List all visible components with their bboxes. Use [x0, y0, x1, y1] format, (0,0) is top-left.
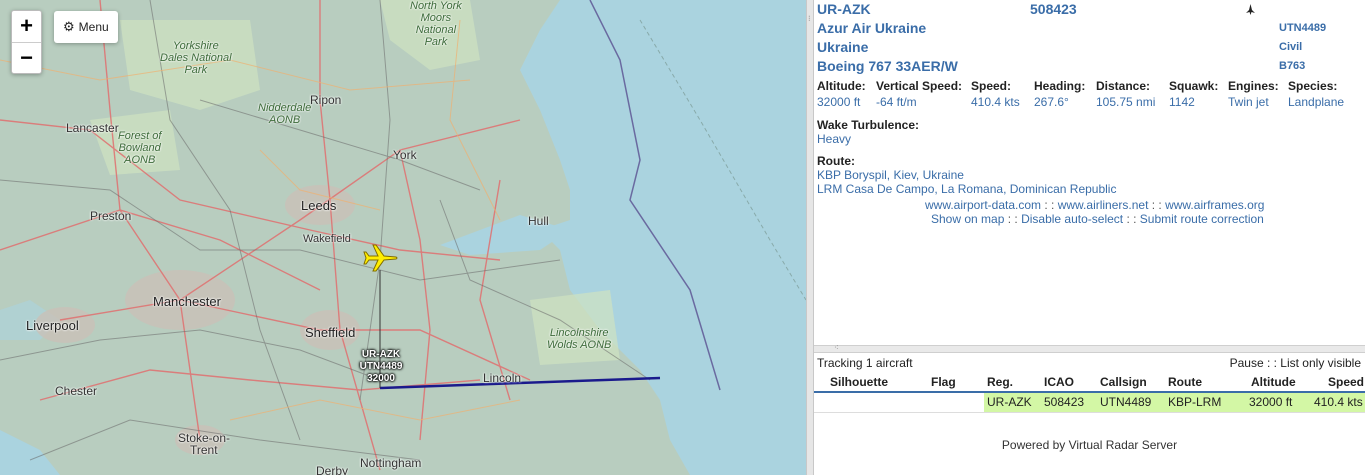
menu-button[interactable]: ⚙ Menu [54, 11, 118, 43]
zoom-in-button[interactable]: + [12, 11, 41, 42]
park-lincolnshire-wolds: Lincolnshire Wolds AONB [547, 327, 612, 351]
route-from: KBP Boryspil, Kiev, Ukraine [817, 168, 964, 182]
place-preston: Preston [90, 209, 132, 223]
detail-callsign: UTN4489 [1279, 22, 1327, 34]
col-flag[interactable]: Flag [931, 375, 956, 389]
map-view[interactable]: Lancaster Preston Manchester Liverpool C… [0, 0, 806, 475]
vertical-splitter[interactable]: ⁝ [806, 0, 814, 475]
place-sheffield: Sheffield [305, 325, 356, 340]
place-wakefield: Wakefield [303, 233, 351, 245]
horizontal-splitter[interactable]: ⁖ [814, 343, 1365, 353]
detail-actions: Show on map : : Disable auto-select : : … [931, 212, 1264, 226]
col-callsign[interactable]: Callsign [1100, 375, 1147, 389]
airframes-link[interactable]: www.airframes.org [1165, 198, 1264, 212]
fact-squawk: Squawk: 1142 [1169, 79, 1219, 109]
place-manchester: Manchester [153, 294, 221, 309]
detail-icao: 508423 [1030, 1, 1077, 17]
wake-turbulence-label: Wake Turbulence: [817, 118, 920, 132]
fact-vertical-speed: Vertical Speed: -64 ft/m [876, 79, 963, 109]
col-reg[interactable]: Reg. [987, 375, 1013, 389]
fact-species: Species: Landplane [1288, 79, 1345, 109]
place-lincoln: Lincoln [483, 371, 522, 385]
wake-turbulence-value: Heavy [817, 132, 852, 146]
gear-icon: ⚙ [63, 19, 75, 34]
fact-speed: Speed: 410.4 kts [971, 79, 1020, 109]
airport-data-link[interactable]: www.airport-data.com [925, 198, 1041, 212]
park-north-york-moors: North York Moors National Park [410, 0, 462, 48]
cell-altitude: 32000 ft [1249, 395, 1293, 409]
place-york: York [393, 148, 417, 162]
col-speed[interactable]: Speed [1328, 375, 1364, 389]
disable-auto-select-link[interactable]: Disable auto-select [1021, 212, 1123, 226]
splitter-grip-icon: ⁖ [834, 343, 839, 352]
tracking-count: Tracking 1 aircraft [817, 356, 913, 370]
detail-model: Boeing 767 33AER/W [817, 58, 958, 74]
route-to: LRM Casa De Campo, La Romana, Dominican … [817, 182, 1117, 196]
place-hull: Hull [528, 214, 549, 228]
menu-label: Menu [78, 20, 109, 34]
aircraft-detail-panel: UR-AZK 508423 Azur Air Ukraine UTN4489 U… [814, 0, 1365, 345]
park-nidderdale: Nidderdale AONB [258, 102, 312, 126]
zoom-out-button[interactable]: − [12, 42, 41, 73]
cell-reg: UR-AZK [987, 395, 1032, 409]
powered-by: Powered by Virtual Radar Server [1001, 438, 1178, 452]
detail-registration: UR-AZK [817, 1, 871, 17]
airliners-link[interactable]: www.airliners.net [1058, 198, 1149, 212]
route-label: Route: [817, 154, 855, 168]
place-lancaster: Lancaster [66, 121, 119, 135]
splitter-grip-icon: ⁝ [808, 14, 811, 23]
col-silhouette[interactable]: Silhouette [830, 375, 888, 389]
cell-route: KBP-LRM [1168, 395, 1222, 409]
park-yorkshire-dales: Yorkshire Dales National Park [160, 40, 232, 76]
aircraft-list-panel: Tracking 1 aircraft Pause : : List only … [814, 353, 1365, 475]
map-tiles [0, 0, 806, 475]
cell-callsign: UTN4489 [1100, 395, 1152, 409]
detail-operator: Azur Air Ukraine [817, 20, 927, 36]
detail-country: Ukraine [817, 39, 869, 55]
aircraft-table-header: Silhouette Flag Reg. ICAO Callsign Route… [814, 373, 1365, 393]
aircraft-map-label[interactable]: UR-AZK UTN4489 32000 [352, 349, 410, 385]
park-bowland: Forest of Bowland AONB [118, 130, 162, 166]
pause-link[interactable]: Pause [1230, 356, 1264, 370]
fact-altitude: Altitude: 32000 ft [817, 79, 866, 109]
place-nottingham: Nottingham [360, 456, 422, 470]
detail-type-code: B763 [1279, 60, 1306, 72]
place-leeds: Leeds [301, 198, 337, 213]
col-route[interactable]: Route [1168, 375, 1202, 389]
cell-icao: 508423 [1044, 395, 1085, 409]
aircraft-silhouette-icon [1246, 4, 1255, 15]
place-liverpool: Liverpool [26, 318, 79, 333]
aircraft-marker-icon[interactable] [362, 242, 398, 274]
place-derby: Derby [316, 464, 349, 475]
submit-route-correction-link[interactable]: Submit route correction [1140, 212, 1264, 226]
list-options: Pause : : List only visible [1229, 356, 1361, 370]
list-only-visible-link[interactable]: List only visible [1280, 356, 1361, 370]
zoom-control: + − [11, 10, 42, 74]
cell-speed: 410.4 kts [1314, 395, 1363, 409]
fact-heading: Heading: 267.6° [1034, 79, 1086, 109]
table-row[interactable]: UR-AZK 508423 UTN4489 KBP-LRM 32000 ft 4… [814, 393, 1365, 413]
place-chester: Chester [55, 384, 98, 398]
fact-engines: Engines: Twin jet [1228, 79, 1279, 109]
show-on-map-link[interactable]: Show on map [931, 212, 1004, 226]
fact-distance: Distance: 105.75 nmi [1096, 79, 1156, 109]
place-stoke-2: Trent [190, 443, 218, 457]
place-ripon: Ripon [310, 93, 342, 107]
col-icao[interactable]: ICAO [1044, 375, 1074, 389]
external-links: www.airport-data.com : : www.airliners.n… [925, 198, 1265, 212]
detail-category: Civil [1279, 41, 1303, 53]
col-altitude[interactable]: Altitude [1251, 375, 1296, 389]
